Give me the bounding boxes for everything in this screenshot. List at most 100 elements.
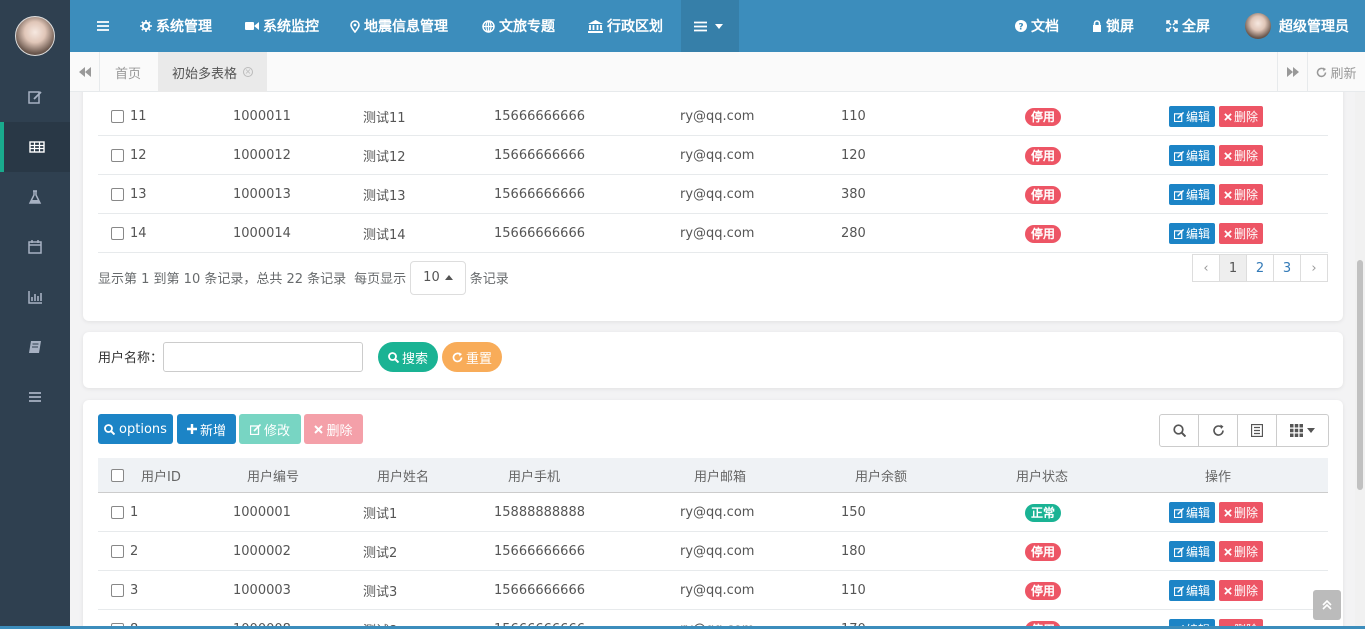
row-edit-button[interactable]: 编辑 <box>1169 106 1216 127</box>
table-row[interactable]: 12 1000012 测试12 15666666666 ry@qq.com 120 停用 编辑… <box>98 136 1328 175</box>
sidebar-item-flask[interactable] <box>0 172 70 222</box>
cell-actions: 编辑 删除 <box>1169 136 1267 175</box>
page-prev-button[interactable]: ‹ <box>1192 254 1220 282</box>
row-edit-button[interactable]: 编辑 <box>1169 223 1216 244</box>
tabs-scroll-right-button[interactable] <box>1277 52 1307 92</box>
reset-button[interactable]: 重置 <box>442 342 502 372</box>
sidebar-toggle-button[interactable] <box>96 0 114 52</box>
cell-name: 测试13 <box>363 189 406 204</box>
svg-text:?: ? <box>1018 23 1023 33</box>
menu-system-monitor[interactable]: 系统监控 <box>245 0 319 52</box>
calendar-icon <box>28 240 42 254</box>
forward-icon <box>1286 67 1299 77</box>
page-button-1[interactable]: 1 <box>1219 254 1247 282</box>
sidebar-item-calendar[interactable] <box>0 222 70 272</box>
cell-status: 停用 <box>1025 214 1062 253</box>
table-columns-dropdown[interactable] <box>1277 415 1328 446</box>
page-next-button[interactable]: › <box>1300 254 1328 282</box>
scrollbar-thumb[interactable] <box>1357 260 1363 490</box>
row-delete-button[interactable]: 删除 <box>1219 145 1264 166</box>
row-delete-button[interactable]: 删除 <box>1219 223 1264 244</box>
cell-actions: 编辑 删除 <box>1169 97 1267 136</box>
page-button-2[interactable]: 2 <box>1246 254 1274 282</box>
table-row[interactable]: 13 1000013 测试13 15666666666 ry@qq.com 380 停用 编辑… <box>98 175 1328 214</box>
page-scrollbar[interactable] <box>1355 92 1365 629</box>
user-menu[interactable]: 超级管理员 <box>1245 0 1349 52</box>
menu-earthquake-info[interactable]: 地震信息管理 <box>350 0 448 52</box>
table-row[interactable]: 1 1000001 测试1 15888888888 ry@qq.com 150 正常 编辑 删除 <box>98 493 1328 532</box>
col-header-name[interactable]: 用户姓名 <box>377 458 429 493</box>
row-checkbox[interactable] <box>111 136 124 175</box>
menu-admin-division[interactable]: 行政区划 <box>588 0 663 52</box>
table-row[interactable]: 11 1000011 测试11 15666666666 ry@qq.com 110 停用 编辑… <box>98 97 1328 136</box>
page-size-select[interactable]: 10 <box>410 260 466 295</box>
col-header-phone[interactable]: 用户手机 <box>508 458 560 493</box>
sidebar-item-table[interactable] <box>0 122 70 172</box>
refresh-tab-button[interactable]: 刷新 <box>1307 52 1365 92</box>
back-to-top-button[interactable] <box>1313 590 1341 620</box>
delete-label: 删除 <box>326 423 353 439</box>
avatar[interactable] <box>15 16 55 56</box>
lock-screen-link[interactable]: 锁屏 <box>1092 0 1134 52</box>
row-checkbox[interactable] <box>111 97 124 136</box>
col-header-code[interactable]: 用户编号 <box>247 458 299 493</box>
col-header-status[interactable]: 用户状态 <box>1016 458 1068 493</box>
sidebar-item-book[interactable] <box>0 322 70 372</box>
menu-label: 文旅专题 <box>499 19 555 35</box>
cell-actions: 编辑 删除 <box>1169 571 1267 610</box>
row-delete-button[interactable]: 删除 <box>1219 106 1264 127</box>
menu-culture-tourism[interactable]: 文旅专题 <box>482 0 555 52</box>
row-checkbox[interactable] <box>111 175 124 214</box>
sidebar-item-menu[interactable] <box>0 372 70 422</box>
cell-phone: 15666666666 <box>494 109 585 124</box>
tab-home[interactable]: 首页 <box>101 52 155 92</box>
row-edit-button[interactable]: 编辑 <box>1169 184 1216 205</box>
page-button-3[interactable]: 3 <box>1273 254 1301 282</box>
search-icon <box>388 351 399 363</box>
col-header-email[interactable]: 用户邮箱 <box>694 458 746 493</box>
menu-system-management[interactable]: 系统管理 <box>140 0 212 52</box>
fullscreen-link[interactable]: 全屏 <box>1166 0 1210 52</box>
sidebar-item-edit[interactable] <box>0 72 70 122</box>
username-input[interactable] <box>163 342 363 372</box>
edit-button[interactable]: 修改 <box>239 414 301 444</box>
table-toggle-view-button[interactable] <box>1238 415 1277 446</box>
row-delete-button[interactable]: 删除 <box>1219 580 1264 601</box>
table-search-toggle[interactable] <box>1160 415 1199 446</box>
edit-icon <box>1174 546 1184 557</box>
delete-button[interactable]: 删除 <box>304 414 363 444</box>
row-checkbox[interactable] <box>111 532 124 571</box>
row-checkbox[interactable] <box>111 571 124 610</box>
row-edit-button[interactable]: 编辑 <box>1169 580 1216 601</box>
docs-link[interactable]: ? 文档 <box>1015 0 1059 52</box>
cell-name: 测试11 <box>363 111 406 126</box>
cell-email: ry@qq.com <box>680 187 755 202</box>
row-edit-button[interactable]: 编辑 <box>1169 502 1216 523</box>
globe-icon <box>482 19 495 33</box>
times-icon <box>314 424 324 434</box>
add-button[interactable]: 新增 <box>177 414 236 444</box>
row-edit-button[interactable]: 编辑 <box>1169 541 1216 562</box>
table-refresh-button[interactable] <box>1199 415 1238 446</box>
row-delete-button[interactable]: 删除 <box>1219 184 1264 205</box>
col-header-id[interactable]: 用户ID <box>141 458 181 493</box>
more-menu-dropdown[interactable] <box>681 0 739 52</box>
row-checkbox[interactable] <box>111 214 124 253</box>
sidebar-item-chart[interactable] <box>0 272 70 322</box>
table-row[interactable]: 3 1000003 测试3 15666666666 ry@qq.com 110 停用 编辑 删除 <box>98 571 1328 610</box>
row-delete-button[interactable]: 删除 <box>1219 541 1264 562</box>
tabs-scroll-left-button[interactable] <box>70 52 100 92</box>
row-checkbox[interactable] <box>111 493 124 532</box>
row-delete-button[interactable]: 删除 <box>1219 502 1264 523</box>
cell-code: 1000013 <box>233 187 291 202</box>
options-button[interactable]: options <box>98 414 173 444</box>
table-row[interactable]: 2 1000002 测试2 15666666666 ry@qq.com 180 停用 编辑 删除 <box>98 532 1328 571</box>
col-header-balance[interactable]: 用户余额 <box>855 458 907 493</box>
row-edit-button[interactable]: 编辑 <box>1169 145 1216 166</box>
row-edit-label: 编辑 <box>1186 545 1211 559</box>
table-row[interactable]: 14 1000014 测试14 15666666666 ry@qq.com 280 停用 编辑… <box>98 214 1328 253</box>
search-button[interactable]: 搜索 <box>378 342 438 372</box>
tab-multi-table[interactable]: 初始多表格 × <box>158 52 268 92</box>
close-icon[interactable]: × <box>243 67 254 77</box>
select-all-checkbox[interactable] <box>111 458 124 493</box>
